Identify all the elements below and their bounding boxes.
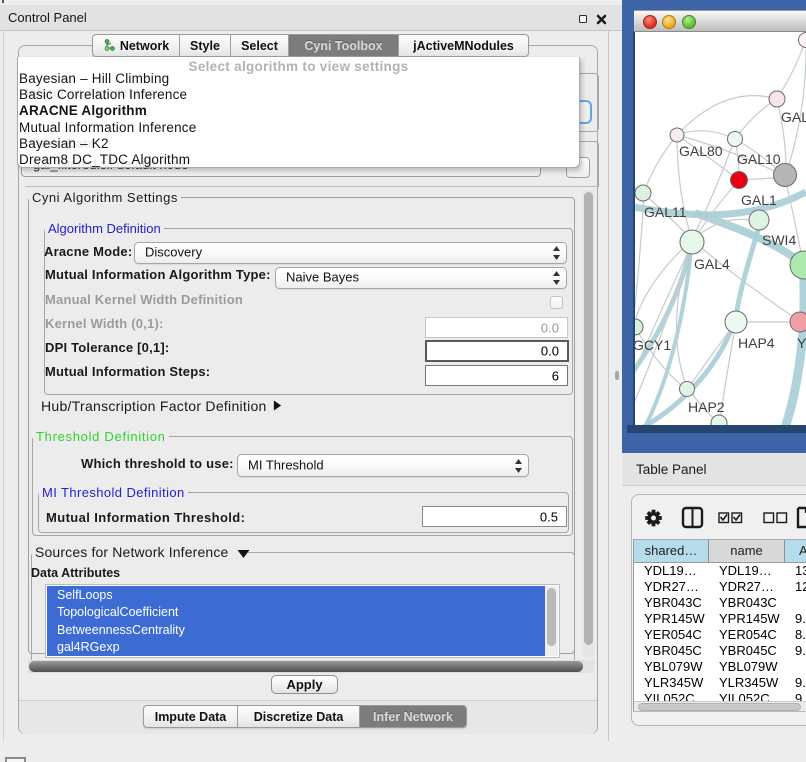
svg-text:GAL80: GAL80 [679,143,723,159]
svg-text:GAL1: GAL1 [741,192,777,208]
svg-text:GAL11: GAL11 [644,204,687,220]
svg-text:Y: Y [797,335,806,351]
svg-text:GAL: GAL [781,109,806,125]
svg-text:GAL10: GAL10 [737,151,781,167]
svg-text:HAP4: HAP4 [738,335,775,351]
svg-text:GAL4: GAL4 [694,256,730,272]
svg-text:HAP2: HAP2 [688,399,725,415]
svg-text:GCY1: GCY1 [635,337,671,353]
svg-text:SWI4: SWI4 [762,232,796,248]
